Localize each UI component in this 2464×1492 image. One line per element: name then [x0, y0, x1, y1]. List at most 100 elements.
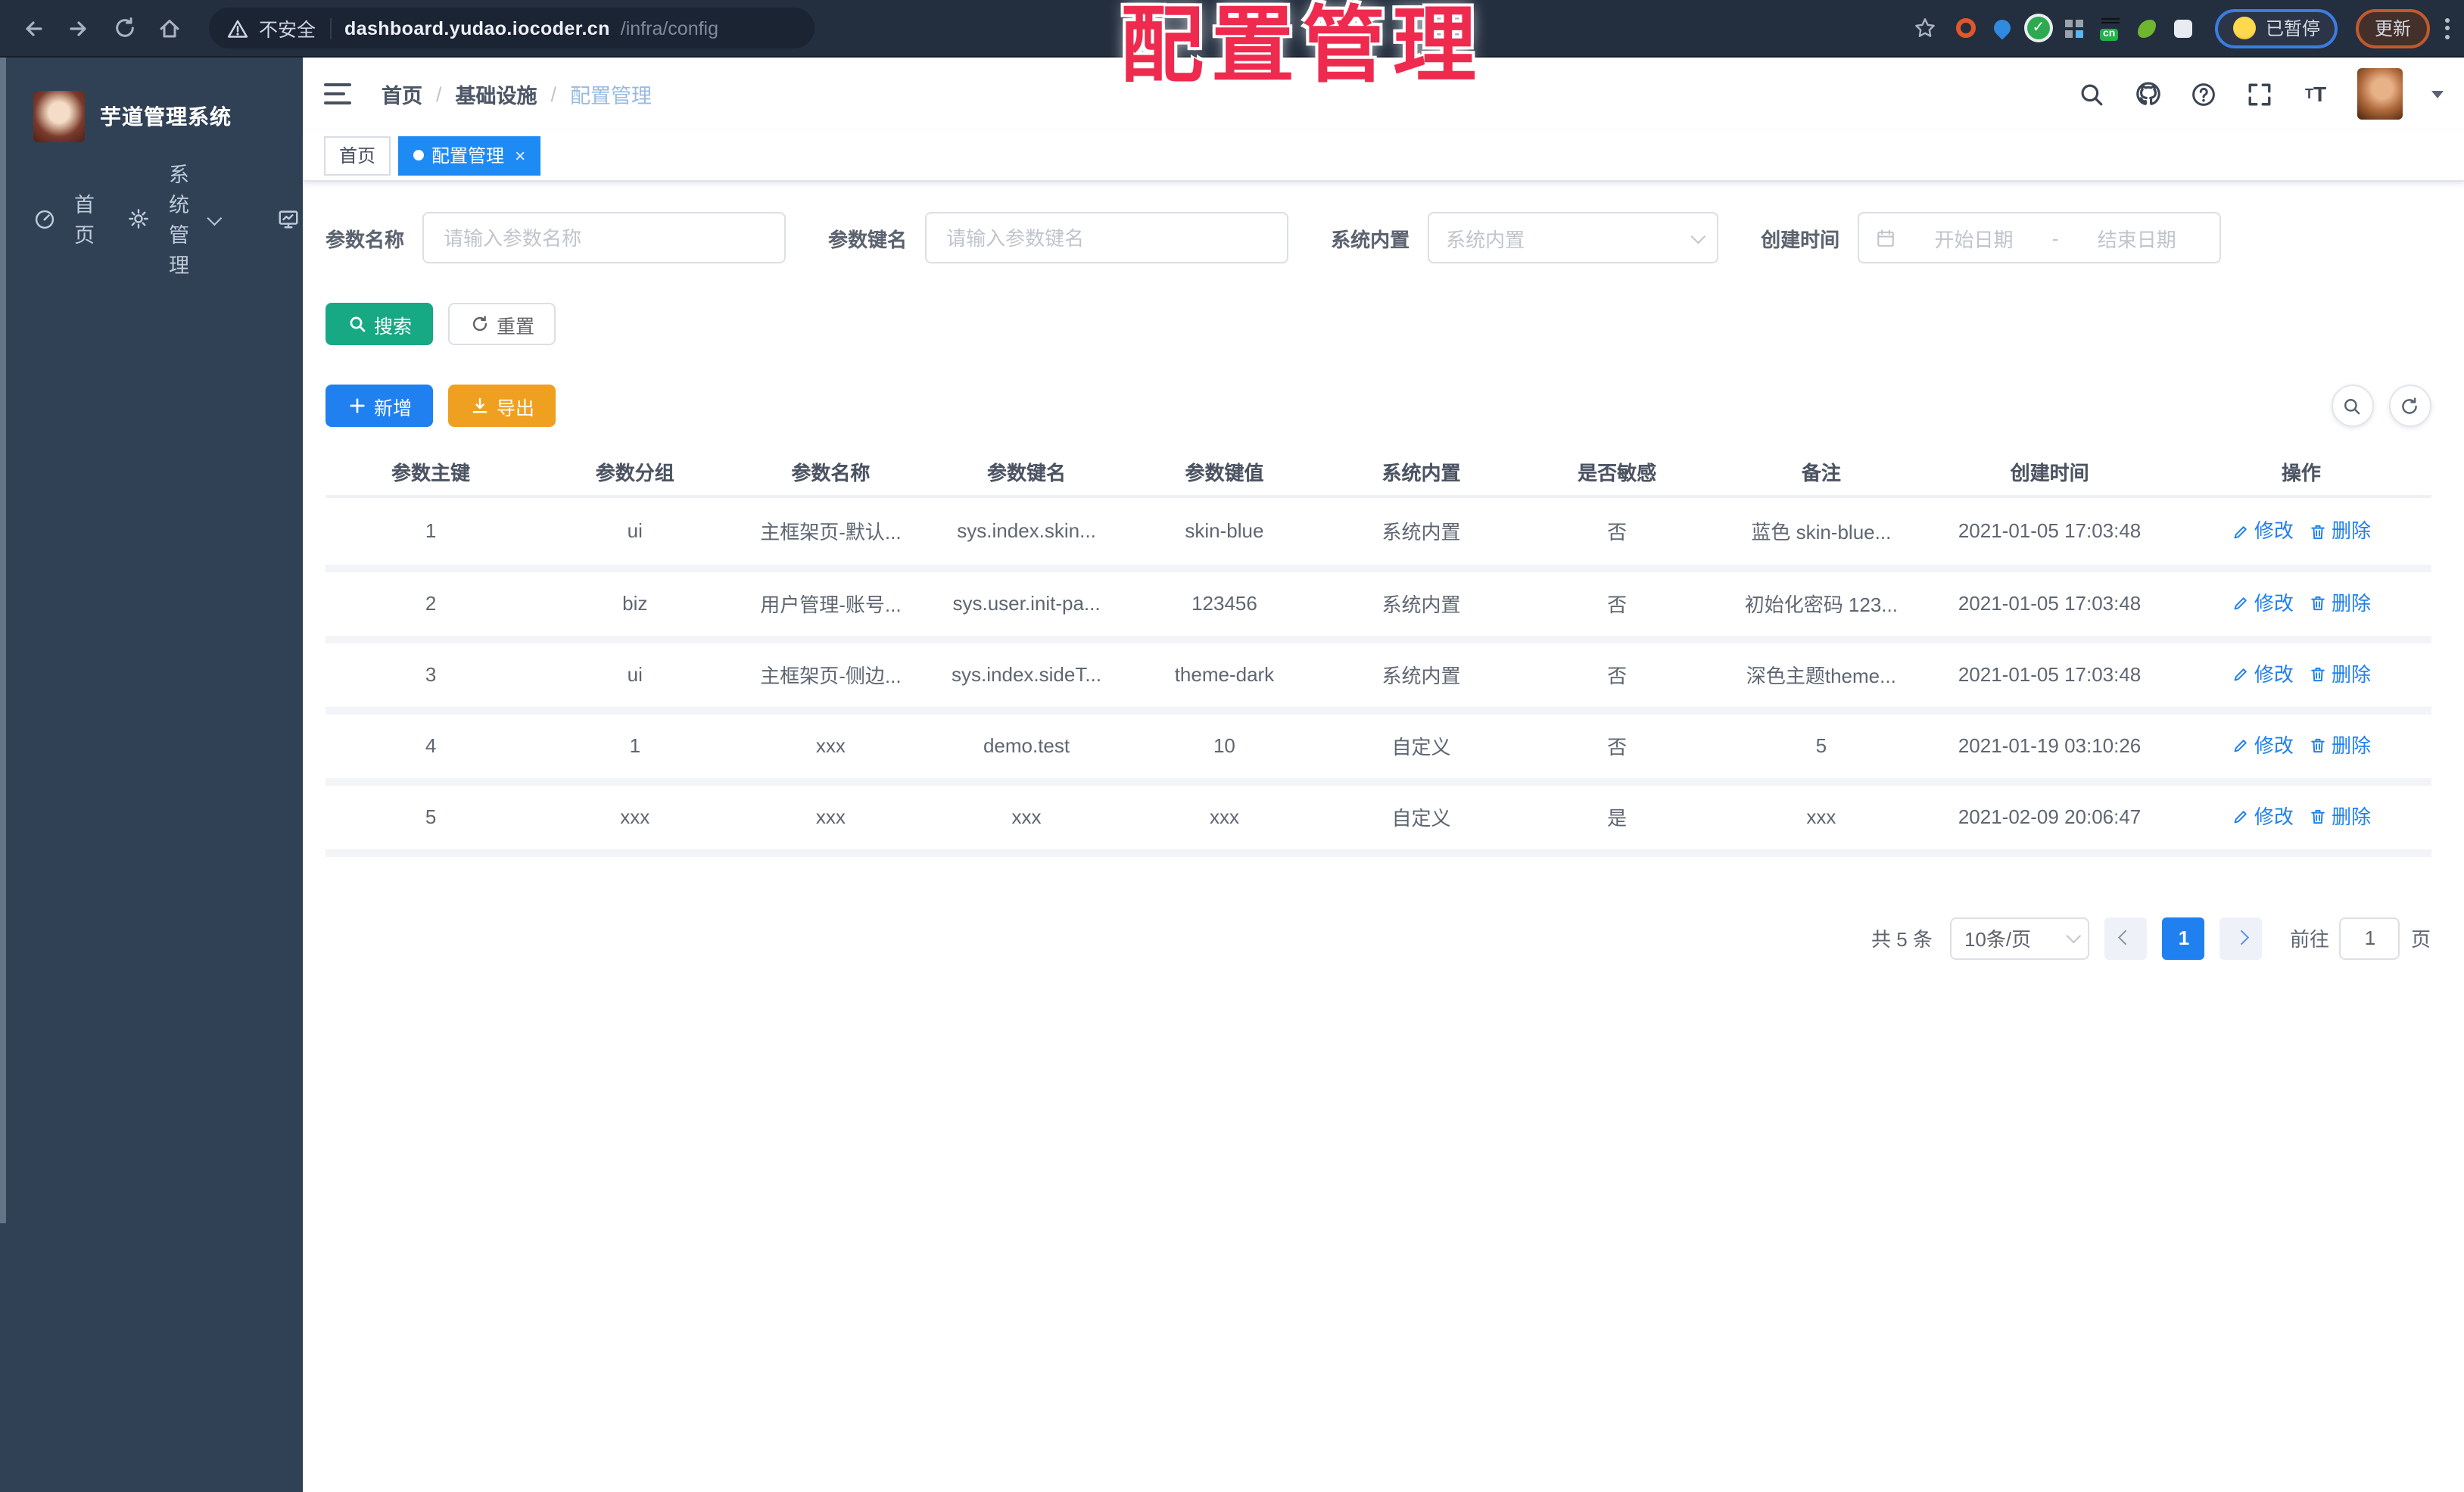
font-size-icon[interactable]: TT [2300, 79, 2331, 109]
edit-link-row-4[interactable]: 修改 [2232, 801, 2294, 830]
extension-sprout-icon[interactable] [2134, 14, 2161, 42]
column-header-1: 参数分组 [536, 448, 734, 498]
edit-link-row-3[interactable]: 修改 [2232, 730, 2294, 758]
cell: 主框架页-侧边... [734, 639, 928, 714]
table-row-2: 3 ui 主框架页-侧边... sys.index.sideT... theme-dar… [326, 639, 2431, 714]
trash-icon [2309, 735, 2327, 753]
breadcrumb-item-1[interactable]: 基础设施 [456, 79, 537, 109]
sidebar-item-2[interactable]: 基础设施 [245, 176, 303, 260]
tabbar: 首页 配置管理 × [303, 130, 2464, 182]
extension-green-check-icon[interactable]: ✓ [2025, 14, 2052, 42]
cell: theme-dark [1125, 639, 1324, 714]
goto-page-input[interactable] [2339, 917, 2400, 959]
browser-menu-kebab-icon[interactable] [2444, 17, 2449, 39]
delete-link-row-0[interactable]: 删除 [2309, 515, 2371, 544]
cell: xxx [1125, 781, 1324, 856]
cell-actions: 修改 删除 [2171, 497, 2431, 572]
add-button[interactable]: 新增 [326, 385, 434, 427]
date-range-picker[interactable]: 开始日期 - 结束日期 [1858, 212, 2222, 263]
reset-button[interactable]: 重置 [448, 303, 556, 345]
extensions-puzzle-icon[interactable] [2170, 14, 2198, 42]
param-name-label: 参数名称 [326, 228, 405, 251]
sidebar-logo-row[interactable]: 芋道管理系统 [0, 58, 303, 176]
browser-back-button[interactable] [15, 10, 51, 46]
extension-orange-ring-icon[interactable] [1952, 14, 1980, 42]
cell-actions: 修改 删除 [2171, 710, 2431, 785]
topbar: 首页 / 基础设施 / 配置管理 TT [303, 58, 2464, 130]
cell: 2021-01-05 17:03:48 [1927, 497, 2172, 572]
sidebar: 芋道管理系统 首页系统管理基础设施文件管理配置管理定时任务API 日志访问日志错… [0, 58, 303, 1492]
browser-forward-button[interactable] [61, 10, 97, 46]
page-number-1[interactable]: 1 [2162, 917, 2205, 959]
column-header-8: 创建时间 [1927, 448, 2172, 498]
edit-link-row-2[interactable]: 修改 [2232, 659, 2294, 687]
delete-link-row-4[interactable]: 删除 [2309, 801, 2371, 830]
sidebar-item-label: 首页 [74, 194, 95, 247]
create-time-label: 创建时间 [1761, 228, 1840, 251]
tab-0[interactable]: 首页 [324, 135, 391, 175]
sidebar-collapse-icon[interactable] [324, 83, 351, 104]
cell: 蓝色 skin-blue... [1715, 497, 1928, 572]
breadcrumb: 首页 / 基础设施 / 配置管理 [382, 79, 652, 109]
sidebar-scrollbar[interactable] [0, 58, 6, 1223]
github-icon[interactable] [2132, 79, 2163, 109]
security-warning-label: 不安全 [259, 20, 316, 41]
tab-1[interactable]: 配置管理 × [398, 135, 541, 175]
pencil-icon [2232, 735, 2250, 753]
emoji-face-icon [2233, 17, 2257, 39]
cell: 否 [1519, 568, 1715, 643]
cell: demo.test [927, 710, 1126, 785]
sidebar-item-1[interactable]: 系统管理 [95, 164, 245, 277]
refresh-round-button[interactable] [2388, 385, 2431, 427]
cell: 否 [1519, 639, 1715, 714]
url-divider [329, 17, 332, 39]
avatar[interactable] [2357, 68, 2402, 120]
trash-icon [2309, 806, 2327, 824]
next-page-button[interactable] [2219, 917, 2263, 959]
browser-reload-button[interactable] [106, 10, 142, 46]
builtin-select[interactable]: 系统内置 [1428, 212, 1719, 263]
chevron-down-icon [207, 207, 222, 229]
cell: 否 [1519, 497, 1715, 572]
user-menu-caret-icon[interactable] [2431, 90, 2443, 98]
extension-grid-icon[interactable] [2061, 14, 2089, 42]
table-row-4: 5 xxx xxx xxx xxx 自定义是 xxx 2021-02-09 20:06:47 修… [326, 781, 2431, 856]
search-button-icon [347, 314, 366, 334]
toggle-search-round-button[interactable] [2331, 385, 2373, 427]
goto-label: 前往 [2289, 928, 2329, 951]
date-end-placeholder: 结束日期 [2097, 228, 2176, 251]
cell: 5 [1715, 710, 1928, 785]
paused-badge[interactable]: 已暂停 [2215, 8, 2338, 48]
export-button[interactable]: 导出 [448, 385, 556, 427]
param-name-input[interactable] [441, 225, 768, 251]
delete-link-row-2[interactable]: 删除 [2309, 659, 2371, 687]
cell: sys.index.sideT... [927, 639, 1126, 714]
filter-form: 参数名称 参数键名 系统内置 系统内置 创建时间 [326, 212, 2431, 263]
help-icon[interactable] [2188, 79, 2219, 109]
search-button[interactable]: 搜索 [326, 303, 434, 345]
edit-link-row-1[interactable]: 修改 [2232, 587, 2294, 616]
prev-page-button[interactable] [2104, 917, 2148, 959]
delete-link-row-3[interactable]: 删除 [2309, 730, 2371, 758]
fullscreen-icon[interactable] [2244, 79, 2275, 109]
column-header-5: 系统内置 [1323, 448, 1519, 498]
cell: 是 [1519, 781, 1715, 856]
browser-home-button[interactable] [151, 10, 188, 46]
breadcrumb-item-0[interactable]: 首页 [382, 79, 422, 109]
security-warning-icon [227, 17, 248, 39]
delete-link-row-1[interactable]: 删除 [2309, 587, 2371, 616]
search-icon[interactable] [2076, 79, 2107, 109]
edit-link-row-0[interactable]: 修改 [2232, 515, 2294, 544]
bookmark-star-icon[interactable] [1907, 10, 1943, 46]
sidebar-item-0[interactable]: 首页 [0, 176, 95, 260]
extension-cn-translate-icon[interactable]: cn [2098, 14, 2125, 42]
cell: 系统内置 [1323, 639, 1519, 714]
date-start-placeholder: 开始日期 [1934, 228, 2014, 251]
browser-update-button[interactable]: 更新 [2356, 8, 2429, 48]
extension-blue-pin-icon[interactable] [1989, 14, 2016, 42]
address-bar[interactable]: 不安全 dashboard.yudao.iocoder.cn/infra/con… [209, 8, 815, 48]
cell: xxx [734, 781, 928, 856]
param-key-input[interactable] [943, 225, 1271, 251]
close-icon[interactable]: × [515, 146, 525, 164]
page-size-select[interactable]: 10条/页 [1950, 917, 2090, 959]
